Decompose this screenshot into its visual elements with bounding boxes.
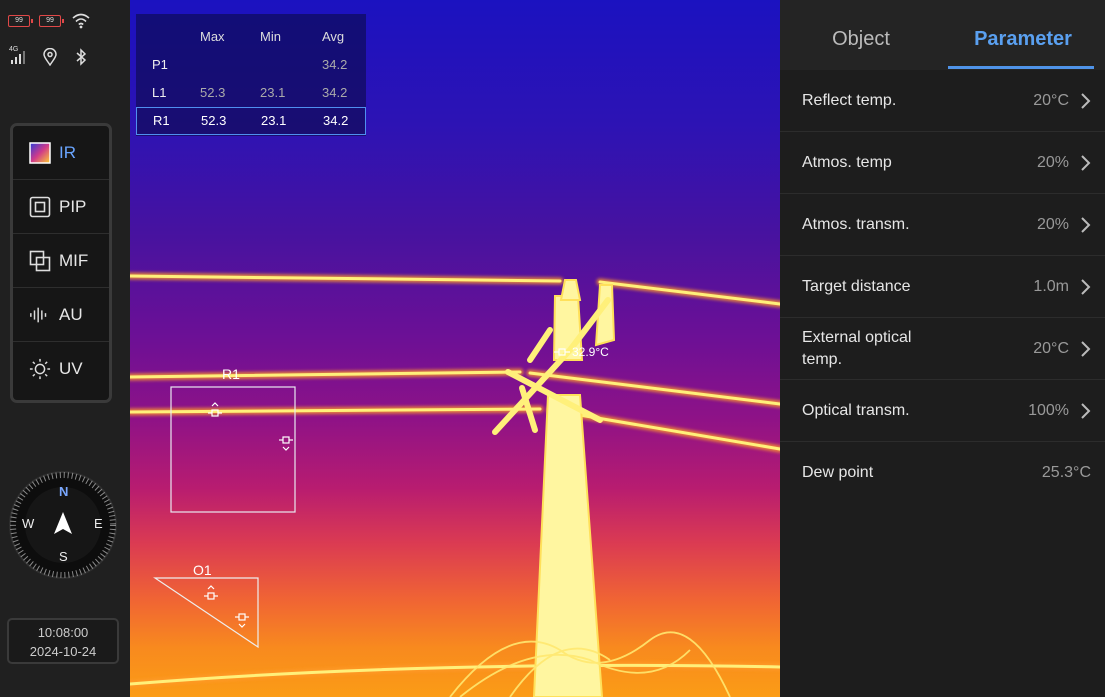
bluetooth-icon (70, 48, 92, 66)
active-tab-indicator (948, 66, 1094, 69)
triangle-o1-label[interactable]: O1 (193, 562, 212, 578)
row-name: P1 (152, 57, 168, 72)
row-name: R1 (153, 113, 170, 128)
battery-1-icon: 99 (8, 15, 33, 27)
compass-north: N (59, 484, 69, 499)
datetime-display: 10:08:00 2024-10-24 (7, 618, 119, 664)
table-row-r1[interactable]: R1 52.3 23.1 34.2 (136, 107, 366, 135)
status-bar-top: 99 99 (8, 12, 92, 30)
row-max: 52.3 (200, 85, 226, 100)
param-target-distance[interactable]: Target distance 1.0m (780, 256, 1105, 318)
header-min: Min (260, 29, 281, 44)
chevron-right-icon (1081, 279, 1091, 295)
spot-temperature-reading: 32.9°C (572, 345, 609, 359)
mode-button-mif[interactable]: MIF (13, 234, 109, 288)
settings-panel: Object Parameter Reflect temp. 20°C Atmo… (780, 0, 1105, 697)
row-avg: 34.2 (322, 57, 348, 72)
ir-gradient-icon (29, 141, 51, 164)
param-value: 20% (1036, 216, 1069, 233)
row-name: L1 (152, 85, 167, 100)
chevron-right-icon (1081, 217, 1091, 233)
mode-label-au: AU (59, 304, 83, 324)
table-row-l1[interactable]: L1 52.3 23.1 34.2 (136, 82, 366, 104)
measurement-table: Max Min Avg P1 34.2 L1 52.3 23.1 34.2 R1… (136, 14, 366, 136)
param-value: 1.0m (1033, 278, 1069, 295)
row-max: 52.3 (201, 113, 227, 128)
param-optical-transm[interactable]: Optical transm. 100% (780, 380, 1105, 442)
row-avg: 34.2 (323, 113, 349, 128)
param-label: Atmos. temp (802, 154, 892, 171)
mode-selector: IR PIP MIF AU UV (10, 123, 112, 403)
param-value: 20% (1036, 154, 1069, 171)
mode-label-mif: MIF (59, 250, 89, 270)
sun-icon (29, 358, 51, 380)
measure-markers (204, 348, 570, 628)
param-value: 25.3°C (1041, 464, 1091, 481)
row-avg: 34.2 (322, 85, 348, 100)
param-label: Atmos. transm. (802, 216, 910, 233)
header-avg: Avg (322, 29, 345, 44)
mode-label-ir: IR (59, 142, 76, 162)
triangle-o1-shape (153, 577, 259, 649)
cellular-signal-icon: 4G (8, 46, 30, 66)
chevron-right-icon (1081, 155, 1091, 171)
mode-label-uv: UV (59, 359, 83, 378)
param-atmos-transm[interactable]: Atmos. transm. 20% (780, 194, 1105, 256)
chevron-right-icon (1081, 403, 1091, 419)
mode-button-uv[interactable]: UV (13, 342, 109, 396)
status-bar-bottom: 4G (8, 46, 92, 66)
mode-label-pip: PIP (59, 196, 87, 216)
param-atmos-temp[interactable]: Atmos. temp 20% (780, 132, 1105, 194)
tab-parameter[interactable]: Parameter (942, 0, 1104, 70)
param-value: 20°C (1033, 92, 1069, 109)
region-r1-label[interactable]: R1 (222, 366, 240, 382)
row-min: 23.1 (260, 85, 286, 100)
chevron-right-icon (1081, 341, 1091, 357)
param-label: Dew point (802, 464, 874, 481)
param-dew-point: Dew point 25.3°C (780, 442, 1105, 504)
param-value: 100% (1028, 402, 1069, 419)
param-external-optical-temp[interactable]: External optical temp. 20°C (780, 318, 1105, 380)
pip-icon (29, 196, 51, 218)
table-row-p1[interactable]: P1 34.2 (136, 54, 366, 76)
time-text: 10:08:00 (37, 625, 89, 640)
mode-button-ir[interactable]: IR (13, 126, 109, 180)
param-label: Target distance (802, 278, 911, 295)
audio-wave-icon (29, 304, 51, 326)
measurement-table-header: Max Min Avg (136, 26, 366, 48)
param-label: External optical temp. (802, 329, 912, 368)
thermal-image-view[interactable]: R1 O1 32.9°C Max Min Avg P1 34.2 L1 52.3… (130, 0, 780, 697)
compass-west: W (22, 516, 35, 531)
compass: N S E W (8, 470, 118, 580)
power-lines (130, 272, 780, 688)
chevron-right-icon (1081, 93, 1091, 109)
param-value: 20°C (1033, 340, 1069, 357)
mode-button-au[interactable]: AU (13, 288, 109, 342)
mode-button-pip[interactable]: PIP (13, 180, 109, 234)
date-text: 2024-10-24 (29, 644, 97, 659)
region-r1-box (170, 386, 296, 513)
param-label: Optical transm. (802, 402, 910, 419)
compass-east: E (94, 516, 103, 531)
row-min: 23.1 (261, 113, 287, 128)
location-pin-icon (39, 48, 61, 66)
battery-2-icon: 99 (39, 15, 64, 27)
wifi-icon (70, 12, 92, 30)
tab-object[interactable]: Object (780, 0, 942, 70)
header-max: Max (200, 29, 225, 44)
left-sidebar: 99 99 4G IR PIP MIF AU UV N S E W 10:08:… (0, 0, 130, 697)
signal-label: 4G (9, 46, 19, 53)
tab-bar: Object Parameter (780, 0, 1105, 70)
param-reflect-temp[interactable]: Reflect temp. 20°C (780, 70, 1105, 132)
compass-south: S (59, 549, 68, 564)
param-label: Reflect temp. (802, 92, 897, 109)
mif-icon (29, 250, 51, 272)
